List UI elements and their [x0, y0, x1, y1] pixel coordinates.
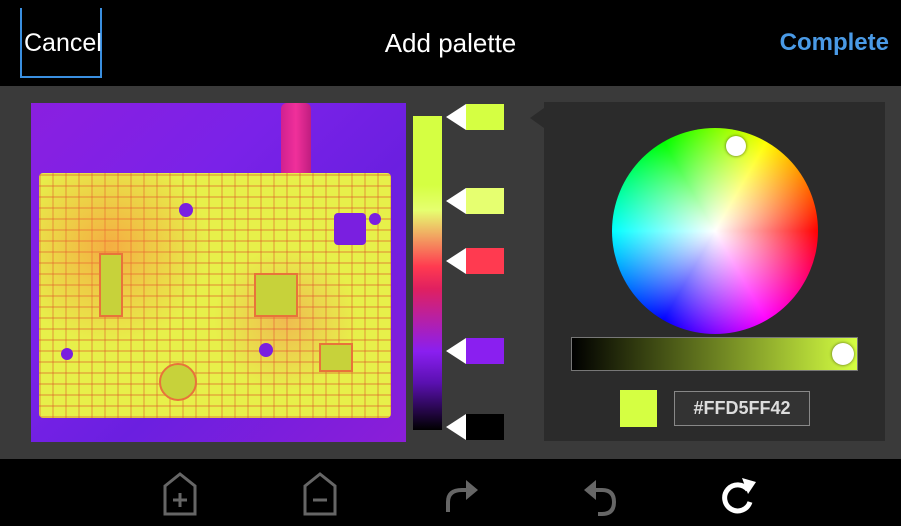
chip-graphic — [254, 273, 298, 317]
reset-button[interactable] — [718, 468, 758, 520]
add-stop-icon — [163, 472, 197, 516]
chip-graphic — [99, 253, 123, 317]
page-title: Add palette — [384, 28, 517, 58]
stop-pointer-icon — [446, 338, 466, 364]
stop-pointer-icon — [446, 104, 466, 130]
palette-stop[interactable] — [446, 104, 508, 130]
stop-pointer-icon — [446, 414, 466, 440]
port-graphic — [334, 213, 366, 245]
color-wheel-handle[interactable] — [726, 136, 746, 156]
header-bar: Add palette Cancel Complete — [0, 0, 901, 86]
undo-icon — [584, 480, 617, 516]
thermal-image-preview — [31, 103, 406, 442]
stop-swatch — [466, 338, 504, 364]
undo-button[interactable] — [580, 468, 620, 520]
cancel-button[interactable]: Cancel — [20, 8, 102, 78]
picker-pointer — [530, 108, 544, 128]
stop-pointer-icon — [446, 248, 466, 274]
stop-swatch — [466, 104, 504, 130]
chip-graphic — [319, 343, 353, 372]
brightness-slider[interactable] — [571, 337, 858, 371]
redo-icon — [446, 480, 478, 512]
redo-button[interactable] — [440, 468, 480, 520]
reset-icon — [722, 478, 756, 514]
complete-button[interactable]: Complete — [780, 0, 889, 86]
stop-pointer-icon — [446, 188, 466, 214]
palette-gradient-bar — [413, 116, 442, 430]
hex-color-input[interactable]: #FFD5FF42 — [674, 391, 810, 426]
remove-stop-button[interactable] — [300, 468, 340, 520]
remove-stop-icon — [303, 472, 337, 516]
palette-stop[interactable] — [446, 248, 508, 274]
mount-hole — [369, 213, 381, 225]
color-wheel[interactable] — [612, 128, 818, 334]
chip-graphic — [159, 363, 197, 401]
brightness-slider-handle[interactable] — [832, 343, 854, 365]
circuit-board-graphic — [39, 173, 391, 418]
mount-hole — [179, 203, 193, 217]
stop-swatch — [466, 414, 504, 440]
palette-stop[interactable] — [446, 414, 508, 440]
palette-stop[interactable] — [446, 338, 508, 364]
stop-swatch — [466, 248, 504, 274]
palette-stop[interactable] — [446, 188, 508, 214]
mount-hole — [259, 343, 273, 357]
selected-color-swatch — [620, 390, 657, 427]
mount-hole — [61, 348, 73, 360]
stop-swatch — [466, 188, 504, 214]
add-stop-button[interactable] — [160, 468, 200, 520]
